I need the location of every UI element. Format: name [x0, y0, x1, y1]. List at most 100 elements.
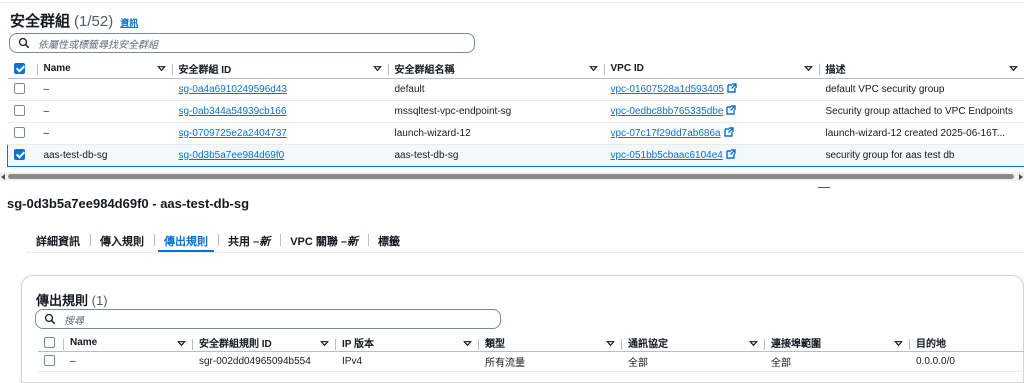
security-group-id-link[interactable]: sg-0d3b5a7ee984d69f0 [179, 150, 285, 161]
cell-port-range: 全部 [765, 351, 910, 372]
external-link-icon[interactable] [726, 105, 736, 115]
tab-tags[interactable]: 標籤 [368, 229, 410, 252]
select-all-checkbox[interactable] [13, 63, 25, 75]
page-title-row: 安全群組 (1/52) 資訊 [10, 10, 138, 30]
sort-caret-icon[interactable] [804, 64, 813, 73]
vpc-id-link[interactable]: vpc-07c17f29dd7ab686a [611, 128, 721, 139]
cell-name: – [37, 100, 173, 123]
cell-group-name: launch-wizard-12 [388, 122, 605, 145]
search-placeholder: 搜尋 [64, 315, 84, 327]
row-checkbox[interactable] [44, 355, 55, 367]
cell-name: aas-test-db-sg [37, 143, 173, 167]
sort-caret-icon[interactable] [606, 339, 615, 348]
outbound-rules-card: 傳出規則 (1) 搜尋 Name 安全群組規則 ID IP 版本 類型 通訊協定… [21, 275, 1024, 383]
info-link[interactable]: 資訊 [120, 16, 138, 29]
row-checkbox[interactable] [13, 127, 25, 139]
sort-caret-icon[interactable] [320, 339, 329, 348]
page-title: 安全群組 [10, 13, 71, 30]
sort-caret-icon[interactable] [1009, 64, 1018, 73]
col-group-name-header[interactable]: 安全群組名稱 [388, 60, 605, 79]
scrollbar-thumb[interactable] [8, 174, 1014, 179]
cell-group-name: default [388, 78, 605, 101]
tab-sharing[interactable]: 共用 – 新 [218, 229, 280, 252]
select-all-checkbox[interactable] [44, 337, 55, 349]
table-row-selected[interactable]: aas-test-db-sg sg-0d3b5a7ee984d69f0 aas-… [7, 143, 1024, 167]
security-groups-table: Name 安全群組 ID 安全群組名稱 VPC ID 描述 – sg-0a4a6… [7, 60, 1024, 167]
scroll-right-arrow-icon[interactable] [1019, 174, 1023, 180]
search-input[interactable]: 依屬性或標籤尋找安全群組 [9, 33, 475, 53]
tab-outbound-rules[interactable]: 傳出規則 [154, 229, 218, 253]
search-icon [18, 36, 32, 50]
cell-name: – [37, 122, 173, 145]
row-checkbox[interactable] [13, 83, 25, 95]
tabs-divider [26, 252, 1024, 253]
table-row[interactable]: – sgr-002dd04965094b554 IPv4 所有流量 全部 全部 … [38, 351, 1024, 372]
detail-tabs: 詳細資訊 傳入規則 傳出規則 共用 – 新 VPC 關聯 – 新 標籤 [26, 229, 410, 253]
vpc-id-link[interactable]: vpc-01607528a1d593405 [611, 84, 724, 95]
sort-caret-icon[interactable] [157, 64, 166, 73]
sort-caret-icon[interactable] [177, 339, 186, 348]
sort-caret-icon[interactable] [894, 339, 903, 348]
cell-description: default VPC security group [819, 78, 1024, 101]
security-group-id-link[interactable]: sg-0ab344a54939cb166 [179, 106, 287, 117]
sort-caret-icon[interactable] [589, 64, 598, 73]
col-name-header[interactable]: Name [64, 335, 193, 352]
rule-count: (1) [91, 293, 108, 308]
col-ip-version-header[interactable]: IP 版本 [336, 335, 479, 352]
cell-name: – [64, 351, 193, 372]
horizontal-scrollbar[interactable] [0, 172, 1024, 181]
table-header-row: Name 安全群組規則 ID IP 版本 類型 通訊協定 連接埠範圍 目的地 [38, 335, 1024, 352]
cell-protocol: 全部 [622, 351, 765, 372]
select-all-header [7, 60, 38, 79]
search-placeholder: 依屬性或標籤尋找安全群組 [38, 39, 158, 51]
divider [0, 2, 1024, 3]
table-row[interactable]: – sg-0a4a6910249596d43 default vpc-01607… [7, 78, 1024, 101]
col-vpc-id-header[interactable]: VPC ID [604, 60, 820, 79]
cell-group-name: aas-test-db-sg [388, 143, 605, 167]
split-panel-resize-handle[interactable] [818, 187, 830, 188]
cell-rule-id: sgr-002dd04965094b554 [193, 351, 336, 372]
detail-title: sg-0d3b5a7ee984d69f0 - aas-test-db-sg [7, 196, 250, 211]
tab-details[interactable]: 詳細資訊 [26, 229, 90, 252]
tab-vpc-associations[interactable]: VPC 關聯 – 新 [280, 229, 368, 252]
table-row[interactable]: – sg-0ab344a54939cb166 mssqltest-vpc-end… [7, 100, 1024, 123]
table-header-row: Name 安全群組 ID 安全群組名稱 VPC ID 描述 [7, 60, 1024, 79]
search-icon [44, 312, 58, 326]
cell-description: Security group attached to VPC Endpoints [819, 100, 1024, 123]
external-link-icon[interactable] [727, 83, 737, 93]
scroll-left-arrow-icon[interactable] [1, 174, 5, 180]
table-row[interactable]: – sg-0709725e2a2404737 launch-wizard-12 … [7, 122, 1024, 145]
col-rule-id-header[interactable]: 安全群組規則 ID [193, 335, 336, 352]
col-destination-header[interactable]: 目的地 [910, 335, 1024, 352]
col-description-header[interactable]: 描述 [819, 60, 1024, 79]
sort-caret-icon[interactable] [373, 64, 382, 73]
security-group-id-link[interactable]: sg-0709725e2a2404737 [179, 128, 287, 139]
cell-description: launch-wizard-12 created 2025-06-16T... [819, 122, 1024, 145]
cell-description: security group for aas test db [819, 143, 1024, 167]
cell-ip-version: IPv4 [336, 351, 479, 372]
sort-caret-icon[interactable] [749, 339, 758, 348]
row-checkbox[interactable] [13, 105, 25, 117]
cell-group-name: mssqltest-vpc-endpoint-sg [388, 100, 605, 123]
col-name-header[interactable]: Name [37, 60, 173, 79]
external-link-icon[interactable] [724, 127, 734, 137]
col-group-id-header[interactable]: 安全群組 ID [172, 60, 389, 79]
security-group-id-link[interactable]: sg-0a4a6910249596d43 [179, 84, 287, 95]
vpc-id-link[interactable]: vpc-0edbc8bb765335dbe [611, 106, 724, 117]
selection-count: (1/52) [74, 13, 114, 30]
vpc-id-link[interactable]: vpc-051bb5cbaac6104e4 [611, 150, 723, 161]
cell-type: 所有流量 [479, 351, 622, 372]
col-port-range-header[interactable]: 連接埠範圍 [765, 335, 910, 352]
sort-caret-icon[interactable] [463, 339, 472, 348]
external-link-icon[interactable] [726, 149, 736, 159]
outbound-rules-table: Name 安全群組規則 ID IP 版本 類型 通訊協定 連接埠範圍 目的地 –… [38, 335, 1024, 372]
tab-inbound-rules[interactable]: 傳入規則 [90, 229, 154, 252]
card-title: 傳出規則 (1) [36, 293, 108, 308]
cell-name: – [37, 78, 173, 101]
col-protocol-header[interactable]: 通訊協定 [622, 335, 765, 352]
security-groups-panel: 安全群組 (1/52) 資訊 依屬性或標籤尋找安全群組 Name 安全群組 ID… [0, 0, 1024, 182]
rules-search-input[interactable]: 搜尋 [35, 309, 501, 329]
row-checkbox-checked[interactable] [14, 149, 25, 161]
col-type-header[interactable]: 類型 [479, 335, 622, 352]
cell-destination: 0.0.0.0/0 [910, 351, 1024, 372]
